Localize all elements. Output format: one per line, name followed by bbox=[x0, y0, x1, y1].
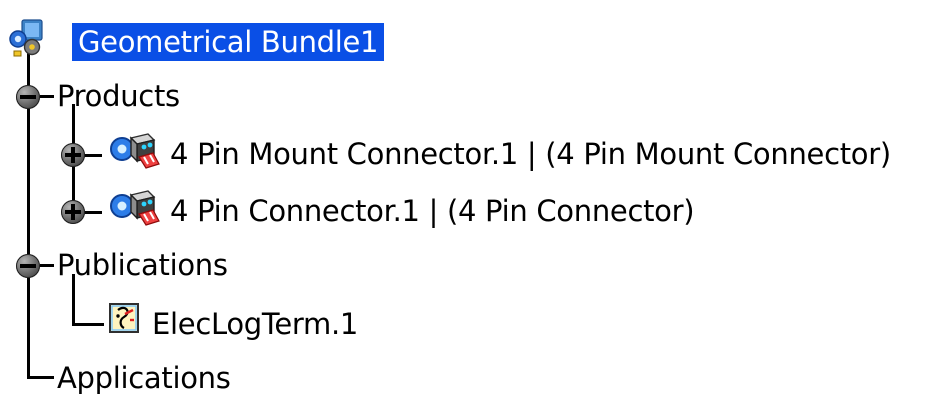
tree-line-products-horizontal bbox=[40, 95, 54, 98]
tree-line-publication-1-horizontal bbox=[72, 323, 104, 326]
tree-line-product-1-horizontal bbox=[84, 154, 102, 157]
tree-line-publications-horizontal bbox=[40, 264, 54, 267]
products-collapse-icon[interactable] bbox=[16, 85, 40, 109]
product-1-expand-icon[interactable] bbox=[61, 143, 85, 167]
tree-root-label[interactable]: Geometrical Bundle1 bbox=[72, 23, 385, 61]
tree-node-product-1[interactable]: 4 Pin Mount Connector.1 | (4 Pin Mount C… bbox=[170, 136, 891, 172]
product-connector-icon[interactable] bbox=[104, 124, 162, 172]
tree-node-publication-1[interactable]: ElecLogTerm.1 bbox=[152, 306, 358, 342]
geometrical-bundle-icon[interactable] bbox=[6, 18, 48, 60]
product-2-expand-icon[interactable] bbox=[61, 200, 85, 224]
product-connector-icon[interactable] bbox=[104, 181, 162, 229]
tree-line-product-2-horizontal bbox=[84, 211, 102, 214]
tree-node-applications[interactable]: Applications bbox=[57, 360, 231, 396]
publication-icon[interactable] bbox=[108, 302, 142, 336]
publications-collapse-icon[interactable] bbox=[16, 254, 40, 278]
tree-node-product-2[interactable]: 4 Pin Connector.1 | (4 Pin Connector) bbox=[170, 193, 695, 229]
tree-node-publications[interactable]: Publications bbox=[57, 247, 228, 283]
specification-tree: Geometrical Bundle1 Products 4 Pin Mount… bbox=[0, 0, 949, 396]
tree-node-products[interactable]: Products bbox=[57, 78, 180, 114]
tree-line-applications-horizontal bbox=[27, 376, 54, 379]
